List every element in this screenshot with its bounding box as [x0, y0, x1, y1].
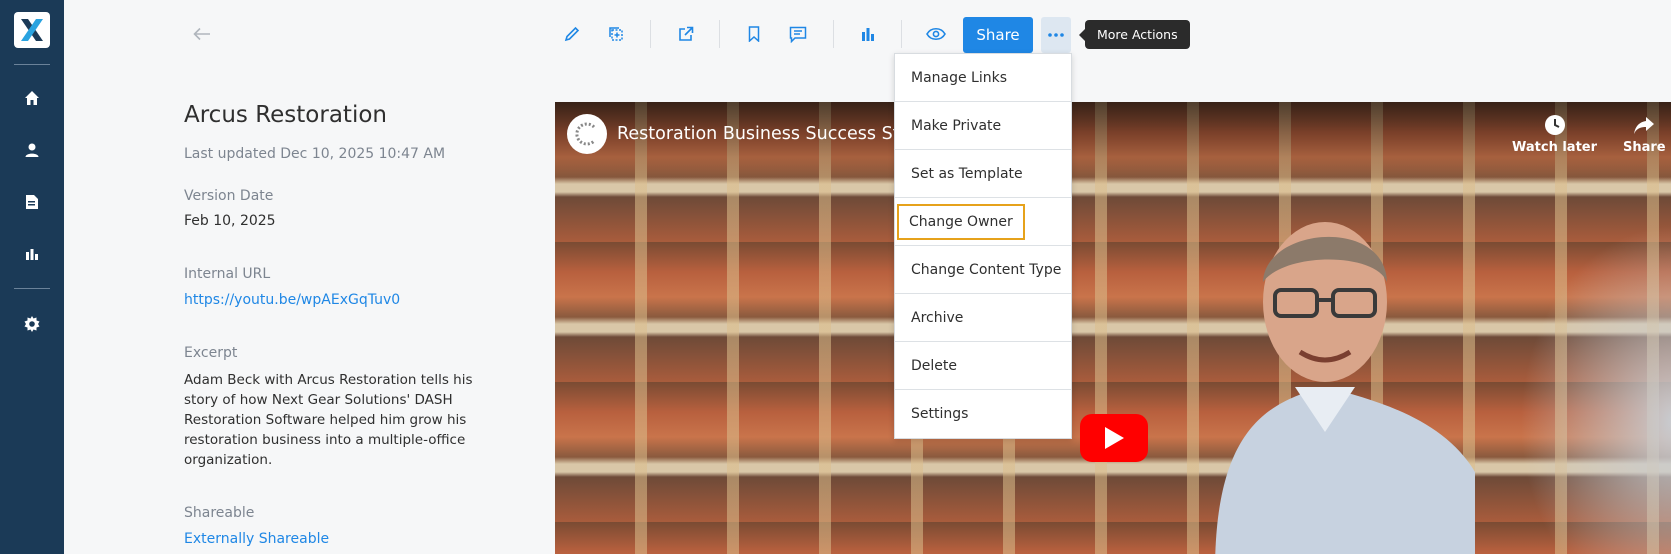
sidebar: [0, 0, 64, 554]
comments-button[interactable]: [782, 18, 814, 50]
sidebar-divider: [14, 64, 50, 65]
chart-icon: [26, 249, 38, 260]
menu-item-archive[interactable]: Archive: [895, 294, 1071, 342]
sidebar-item-users[interactable]: [18, 136, 46, 164]
menu-item-change-owner[interactable]: Change Owner: [895, 198, 1071, 246]
watch-later-button[interactable]: Watch later: [1512, 114, 1597, 155]
version-date-label: Version Date: [184, 188, 274, 204]
open-external-button[interactable]: [670, 18, 702, 50]
last-updated: Last updated Dec 10, 2025 10:47 AM: [184, 146, 446, 162]
excerpt-text: Adam Beck with Arcus Restoration tells h…: [184, 372, 473, 468]
menu-item-label: Archive: [911, 309, 964, 326]
app-logo[interactable]: [14, 12, 50, 48]
external-link-icon: [679, 26, 694, 41]
sidebar-item-home[interactable]: [18, 84, 46, 112]
copy-add-icon: [609, 27, 623, 41]
more-actions-button[interactable]: [1041, 17, 1071, 53]
channel-logo-icon: [575, 122, 596, 146]
presenter-thumbnail: [1215, 222, 1475, 554]
clock-icon: [1544, 115, 1565, 135]
page-title: Arcus Restoration: [184, 102, 387, 128]
home-icon: [25, 91, 39, 105]
bookmark-icon: [748, 26, 760, 42]
excerpt-label: Excerpt: [184, 345, 238, 361]
share-button[interactable]: Share: [963, 17, 1033, 53]
preview-button[interactable]: [920, 18, 952, 50]
duplicate-button[interactable]: [600, 18, 632, 50]
sidebar-divider: [14, 288, 50, 289]
bar-chart-icon: [862, 28, 874, 41]
toolbar-separator: [719, 20, 720, 48]
menu-item-set-as-template[interactable]: Set as Template: [895, 150, 1071, 198]
bookmark-button[interactable]: [738, 18, 770, 50]
shareable-label: Shareable: [184, 505, 255, 521]
toolbar-separator: [650, 20, 651, 48]
version-date-value: Feb 10, 2025: [184, 213, 276, 229]
internal-url-label: Internal URL: [184, 266, 271, 282]
sidebar-item-settings[interactable]: [18, 310, 46, 338]
channel-avatar[interactable]: [567, 114, 607, 154]
share-arrow-icon: [1634, 117, 1655, 134]
gear-icon: [24, 316, 40, 332]
menu-item-label: Delete: [911, 357, 957, 374]
menu-item-label: Set as Template: [911, 165, 1023, 182]
video-share-label: Share: [1623, 140, 1666, 155]
toolbar-separator: [833, 20, 834, 48]
play-button[interactable]: [1080, 414, 1148, 462]
toolbar-separator: [901, 20, 902, 48]
menu-item-label: Change Owner: [897, 203, 1025, 240]
sidebar-item-analytics[interactable]: [18, 240, 46, 268]
eye-icon: [926, 27, 946, 41]
menu-item-label: Settings: [911, 406, 969, 422]
ellipsis-icon: [1048, 33, 1064, 37]
menu-item-delete[interactable]: Delete: [895, 342, 1071, 390]
user-icon: [25, 143, 39, 157]
watch-later-label: Watch later: [1512, 140, 1598, 155]
video-title[interactable]: Restoration Business Success Stor: [617, 124, 917, 144]
internal-url-link[interactable]: https://youtu.be/wpAExGqTuv0: [184, 292, 400, 308]
comment-icon: [789, 26, 807, 43]
more-actions-menu: Manage Links Make Private Set as Templat…: [894, 53, 1072, 439]
sidebar-item-content[interactable]: [18, 188, 46, 216]
menu-item-label: Make Private: [911, 117, 1002, 134]
pencil-icon: [564, 26, 580, 42]
arrow-left-icon: [193, 27, 210, 41]
video-player[interactable]: Restoration Business Success Stor Watch …: [555, 102, 1671, 554]
play-icon: [1105, 427, 1124, 449]
edit-button[interactable]: [556, 18, 588, 50]
more-actions-tooltip: More Actions: [1079, 20, 1190, 49]
shareable-value-link[interactable]: Externally Shareable: [184, 531, 329, 547]
x-logo-icon: [21, 19, 43, 41]
menu-item-manage-links[interactable]: Manage Links: [895, 54, 1071, 102]
document-icon: [26, 195, 38, 209]
menu-item-settings[interactable]: Settings: [895, 390, 1071, 438]
video-share-button[interactable]: Share: [1623, 114, 1666, 155]
analytics-button[interactable]: [852, 18, 884, 50]
back-button[interactable]: [186, 18, 218, 50]
menu-item-make-private[interactable]: Make Private: [895, 102, 1071, 150]
menu-item-change-content-type[interactable]: Change Content Type: [895, 246, 1071, 294]
menu-item-label: Manage Links: [911, 69, 1008, 86]
menu-item-label: Change Content Type: [911, 261, 1062, 278]
